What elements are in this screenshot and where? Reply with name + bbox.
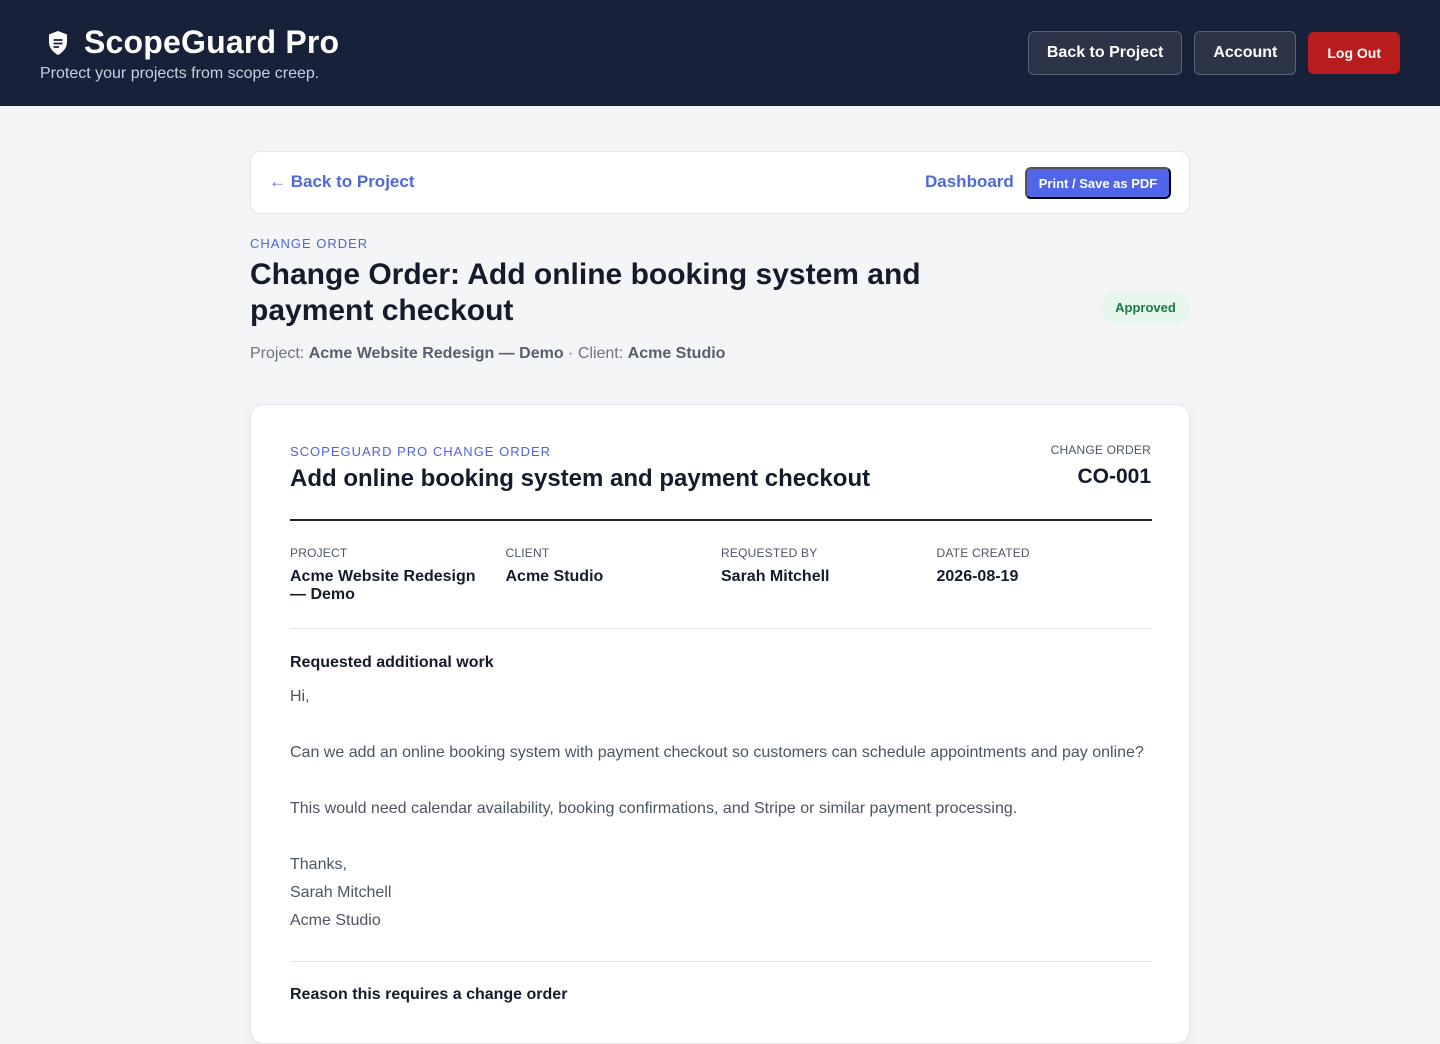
document-divider <box>290 519 1152 521</box>
meta-separator: · <box>568 345 574 362</box>
body-line: Can we add an online booking system with… <box>290 744 1144 761</box>
back-to-project-link[interactable]: ← Back to Project <box>269 172 415 192</box>
document-eyebrow: SCOPEGUARD PRO CHANGE ORDER <box>290 444 552 459</box>
field-label: CLIENT <box>505 546 550 560</box>
account-button[interactable]: Account <box>1194 31 1297 75</box>
brand: ScopeGuard Pro Protect your projects fro… <box>40 24 339 83</box>
client-prefix: Client: <box>577 345 624 362</box>
change-order-number: CO-001 <box>1077 465 1151 488</box>
change-order-document: SCOPEGUARD PRO CHANGE ORDER Add online b… <box>250 404 1190 1044</box>
body-line: This would need calendar availability, b… <box>290 800 1018 817</box>
body-line <box>290 823 1144 851</box>
page-eyebrow: CHANGE ORDER <box>250 236 369 251</box>
change-order-label: CHANGE ORDER <box>1050 443 1151 457</box>
requested-work-body: Hi, Can we add an online booking system … <box>290 683 1144 935</box>
body-line: Sarah Mitchell <box>290 884 392 901</box>
field-label: DATE CREATED <box>936 546 1030 560</box>
project-name: Acme Website Redesign — Demo <box>308 345 564 362</box>
body-line: Hi, <box>290 688 310 705</box>
reason-title: Reason this requires a change order <box>290 986 568 1003</box>
project-meta: Project: Acme Website Redesign — Demo · … <box>250 345 725 363</box>
app-tagline: Protect your projects from scope creep. <box>40 65 320 82</box>
body-line <box>290 711 1144 739</box>
app-header: ScopeGuard Pro Protect your projects fro… <box>0 0 1440 106</box>
page-toolbar: ← Back to Project Dashboard Print / Save… <box>250 151 1190 214</box>
page-title: Change Order: Add online booking system … <box>250 258 921 327</box>
client-name: Acme Studio <box>627 345 726 362</box>
back-to-project-button[interactable]: Back to Project <box>1027 31 1183 75</box>
shield-check-icon <box>47 30 69 56</box>
section-divider <box>290 961 1152 962</box>
print-pdf-button[interactable]: Print / Save as PDF <box>1025 167 1171 199</box>
field-project: PROJECT Acme Website Redesign — Demo <box>290 546 506 604</box>
field-date-created: DATE CREATED 2026-08-19 <box>937 546 1153 604</box>
section-divider <box>290 628 1152 629</box>
app-title: ScopeGuard Pro <box>84 24 340 60</box>
document-fields: PROJECT Acme Website Redesign — Demo CLI… <box>290 546 1152 604</box>
status-badge: Approved <box>1101 291 1190 324</box>
document-title: Add online booking system and payment ch… <box>290 465 871 492</box>
field-label: REQUESTED BY <box>721 546 818 560</box>
header-actions: Back to Project Account Log Out <box>1027 31 1400 75</box>
field-value: 2026-08-19 <box>936 568 1019 585</box>
project-prefix: Project: <box>250 345 305 362</box>
field-label: PROJECT <box>290 546 348 560</box>
field-value: Acme Website Redesign — Demo <box>290 568 476 603</box>
dashboard-link[interactable]: Dashboard <box>925 172 1014 192</box>
body-line <box>290 767 1144 795</box>
field-client: CLIENT Acme Studio <box>506 546 722 604</box>
log-out-button[interactable]: Log Out <box>1308 32 1400 74</box>
body-line: Acme Studio <box>290 912 381 929</box>
field-value: Sarah Mitchell <box>721 568 830 585</box>
field-requested-by: REQUESTED BY Sarah Mitchell <box>721 546 937 604</box>
body-line: Thanks, <box>290 856 347 873</box>
field-value: Acme Studio <box>505 568 604 585</box>
requested-work-title: Requested additional work <box>290 654 494 671</box>
